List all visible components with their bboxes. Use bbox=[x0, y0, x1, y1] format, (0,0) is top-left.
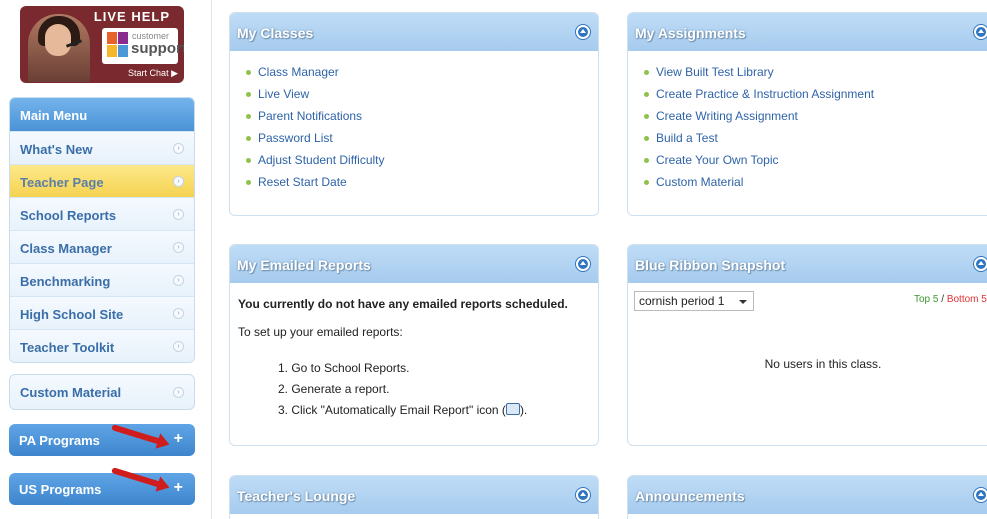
panel-header: Teacher's Lounge bbox=[230, 476, 598, 514]
panel-title: My Emailed Reports bbox=[237, 257, 371, 273]
link-password-list[interactable]: Password List bbox=[244, 131, 598, 153]
my-classes-panel: My Classes Class Manager Live View Paren… bbox=[229, 12, 599, 216]
live-help-banner[interactable]: LIVE HELP customer support Start Chat ▶ bbox=[20, 6, 184, 83]
support-agent-photo bbox=[28, 14, 90, 82]
chevron-right-icon: › bbox=[173, 143, 184, 154]
panel-title: My Classes bbox=[237, 25, 314, 41]
sidebar-divider bbox=[211, 0, 212, 519]
collapse-icon[interactable] bbox=[974, 257, 987, 271]
plus-icon[interactable]: + bbox=[174, 430, 183, 448]
teachers-lounge-panel: Teacher's Lounge bbox=[229, 475, 599, 519]
panel-header: My Classes bbox=[230, 13, 598, 51]
panel-title: My Assignments bbox=[635, 25, 746, 41]
chevron-right-icon: › bbox=[173, 387, 184, 398]
emailed-reports-panel: My Emailed Reports You currently do not … bbox=[229, 244, 599, 446]
panel-header: My Emailed Reports bbox=[230, 245, 598, 283]
start-chat-link[interactable]: Start Chat ▶ bbox=[128, 68, 178, 79]
menu-item-teacher-toolkit[interactable]: Teacher Toolkit › bbox=[10, 329, 194, 362]
link-create-writing-assignment[interactable]: Create Writing Assignment bbox=[642, 109, 987, 131]
custom-material-button[interactable]: Custom Material › bbox=[9, 374, 195, 410]
menu-item-high-school-site[interactable]: High School Site › bbox=[10, 296, 194, 329]
menu-item-teacher-page[interactable]: Teacher Page › bbox=[10, 164, 194, 197]
main-menu-header: Main Menu bbox=[10, 98, 194, 131]
menu-item-class-manager[interactable]: Class Manager › bbox=[10, 230, 194, 263]
link-custom-material[interactable]: Custom Material bbox=[642, 175, 987, 197]
chevron-right-icon: › bbox=[173, 176, 184, 187]
link-create-your-own-topic[interactable]: Create Your Own Topic bbox=[642, 153, 987, 175]
blue-ribbon-panel: Blue Ribbon Snapshot cornish period 1 To… bbox=[627, 244, 987, 446]
main-menu: Main Menu What's New › Teacher Page › Scho… bbox=[9, 97, 195, 363]
setup-instructions: To set up your emailed reports: bbox=[238, 325, 403, 339]
top-bottom-toggle: Top 5 / Bottom 5 bbox=[914, 294, 987, 305]
chevron-right-icon: › bbox=[173, 209, 184, 220]
panel-title: Blue Ribbon Snapshot bbox=[635, 257, 786, 273]
link-live-view[interactable]: Live View bbox=[244, 87, 598, 109]
plus-icon[interactable]: + bbox=[174, 479, 183, 497]
puzzle-icon bbox=[107, 32, 129, 58]
panel-header: My Assignments bbox=[628, 13, 987, 51]
panel-header: Blue Ribbon Snapshot bbox=[628, 245, 987, 283]
link-class-manager[interactable]: Class Manager bbox=[244, 65, 598, 87]
menu-item-whats-new[interactable]: What's New › bbox=[10, 131, 194, 164]
link-adjust-student-difficulty[interactable]: Adjust Student Difficulty bbox=[244, 153, 598, 175]
my-assignments-panel: My Assignments View Built Test Library C… bbox=[627, 12, 987, 216]
link-reset-start-date[interactable]: Reset Start Date bbox=[244, 175, 598, 197]
panel-title: Teacher's Lounge bbox=[237, 488, 356, 504]
collapse-icon[interactable] bbox=[576, 488, 590, 502]
chevron-right-icon: › bbox=[173, 242, 184, 253]
link-view-built-test-library[interactable]: View Built Test Library bbox=[642, 65, 987, 87]
link-build-a-test[interactable]: Build a Test bbox=[642, 131, 987, 153]
top5-link[interactable]: Top 5 bbox=[914, 294, 938, 305]
announcements-panel: Announcements bbox=[627, 475, 987, 519]
collapse-icon[interactable] bbox=[974, 25, 987, 39]
menu-item-benchmarking[interactable]: Benchmarking › bbox=[10, 263, 194, 296]
class-select[interactable]: cornish period 1 bbox=[634, 291, 754, 311]
chevron-right-icon: › bbox=[173, 341, 184, 352]
step-1: 1. Go to School Reports. bbox=[278, 361, 410, 375]
chevron-right-icon: › bbox=[173, 308, 184, 319]
link-parent-notifications[interactable]: Parent Notifications bbox=[244, 109, 598, 131]
live-help-title: LIVE HELP bbox=[93, 9, 170, 24]
link-create-practice-instruction[interactable]: Create Practice & Instruction Assignment bbox=[642, 87, 987, 109]
menu-item-school-reports[interactable]: School Reports › bbox=[10, 197, 194, 230]
no-reports-notice: You currently do not have any emailed re… bbox=[238, 297, 568, 311]
dropdown-caret-icon bbox=[739, 300, 747, 304]
collapse-icon[interactable] bbox=[974, 488, 987, 502]
step-2: 2. Generate a report. bbox=[278, 382, 390, 396]
bottom5-link[interactable]: Bottom 5 bbox=[947, 294, 987, 305]
panel-header: Announcements bbox=[628, 476, 987, 514]
empty-class-message: No users in this class. bbox=[764, 357, 882, 371]
collapse-icon[interactable] bbox=[576, 257, 590, 271]
collapse-icon[interactable] bbox=[576, 25, 590, 39]
chevron-right-icon: › bbox=[173, 275, 184, 286]
email-report-icon bbox=[505, 403, 520, 415]
step-3: 3. Click "Automatically Email Report" ic… bbox=[278, 403, 528, 417]
panel-title: Announcements bbox=[635, 488, 745, 504]
customer-support-logo: customer support bbox=[102, 28, 184, 64]
